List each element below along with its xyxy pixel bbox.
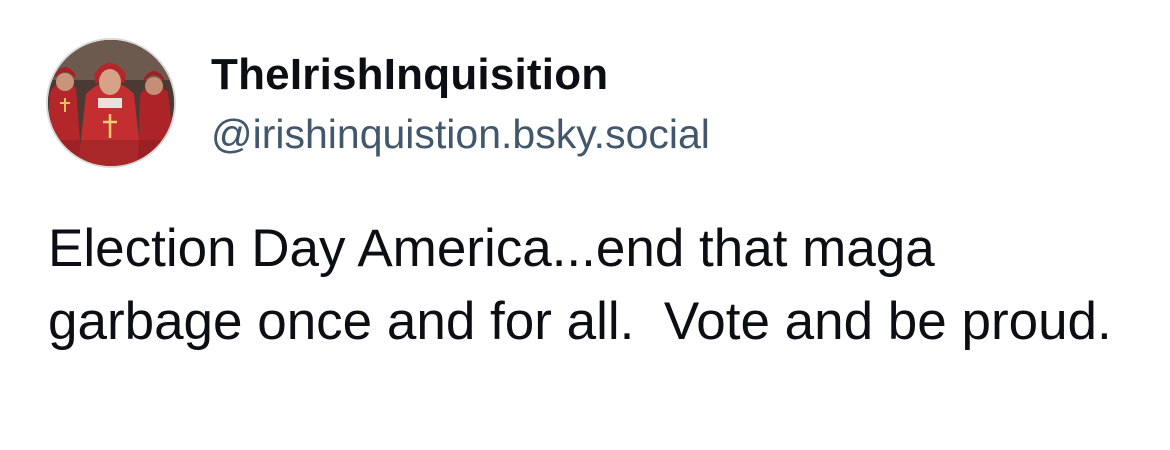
post-text: Election Day America...end that maga gar… xyxy=(48,219,1112,351)
author-handle[interactable]: @irishinquistion.bsky.social xyxy=(211,109,710,159)
avatar[interactable] xyxy=(48,40,174,166)
profile-photo-icon xyxy=(48,40,174,166)
post-card: TheIrishInquisition @irishinquistion.bsk… xyxy=(0,0,1170,450)
author-display-name[interactable]: TheIrishInquisition xyxy=(211,48,608,102)
